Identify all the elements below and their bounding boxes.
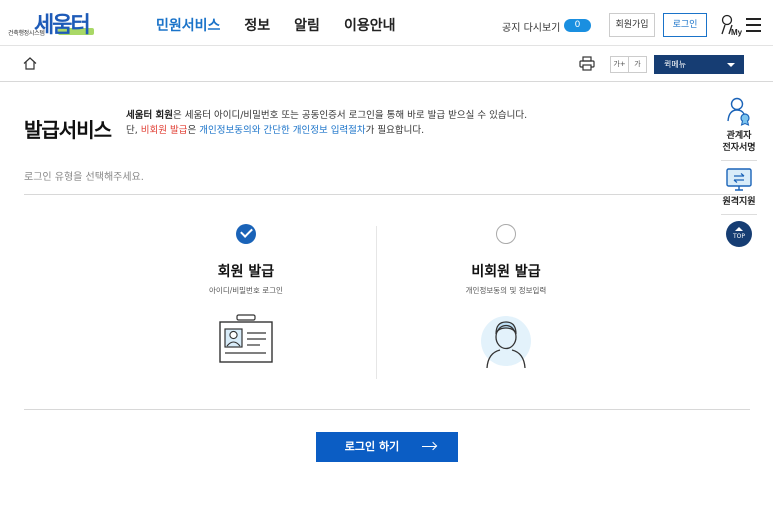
nav-notice[interactable]: 알림 [294,15,320,35]
nav-civil-service[interactable]: 민원서비스 [156,15,220,35]
font-size-controls: 가+ 가 [610,56,647,73]
hamburger-menu-icon[interactable] [746,18,761,32]
home-icon[interactable] [23,57,37,70]
e-signature-label-1: 관계자 [726,131,752,141]
monitor-icon [726,168,752,191]
e-signature-label-2: 전자서명 [722,143,756,153]
logo-title: 세움터 [34,13,91,38]
quick-menu-select[interactable]: 퀵메뉴 [654,55,744,74]
login-submit-button[interactable]: 로그인 하기 [316,432,458,462]
print-icon[interactable] [579,56,595,71]
id-card-icon [219,314,273,363]
utility-bar: 가+ 가 퀵메뉴 [0,46,773,82]
signer-icon [727,97,750,126]
notice-replay-label[interactable]: 공지 다시보기 [502,19,560,34]
font-increase-button[interactable]: 가+ [610,56,629,73]
notice-count-toggle[interactable]: 0 [564,19,591,32]
option-member-issue[interactable]: 회원 발급 아이디/비밀번호 로그인 [146,224,346,373]
checked-radio-icon[interactable] [236,224,256,244]
nav-info[interactable]: 정보 [244,15,270,35]
unchecked-radio-icon[interactable] [496,224,516,244]
divider [24,409,750,410]
nav-guide[interactable]: 이용안내 [344,15,396,35]
remote-support-item[interactable]: 원격지원 [719,167,759,208]
divider [24,194,750,195]
arrow-right-icon [422,446,436,447]
my-label: My [731,28,743,37]
option-title: 회원 발급 [217,264,275,280]
page-description: 세움터 회원은 세움터 아이디/비밀번호 또는 공동인증서 로그인을 통해 바로… [126,108,527,138]
main-nav: 민원서비스 정보 알림 이용안내 [156,15,395,35]
header: 건축행정시스템 세움터 민원서비스 정보 알림 이용안내 공지 다시보기 0 회… [0,0,773,46]
remote-support-label: 원격지원 [722,197,756,207]
logo[interactable]: 건축행정시스템 세움터 [8,8,98,38]
font-decrease-button[interactable]: 가 [628,56,647,73]
person-icon [481,316,531,369]
option-title: 비회원 발급 [471,264,541,280]
option-subtitle: 아이디/비밀번호 로그인 [209,286,283,295]
page-title: 발급서비스 [24,118,112,142]
scroll-top-button[interactable]: TOP [726,221,752,247]
login-button-header[interactable]: 로그인 [663,13,707,37]
description-line-1: 세움터 회원은 세움터 아이디/비밀번호 또는 공동인증서 로그인을 통해 바로… [126,110,528,121]
right-quick-panel: 관계자 전자서명 원격지원 TOP [719,90,759,247]
divider [721,214,757,215]
login-type-prompt: 로그인 유형을 선택해주세요. [24,172,144,183]
e-signature-item[interactable]: 관계자 전자서명 [719,96,759,154]
option-nonmember-issue[interactable]: 비회원 발급 개인정보동의 및 정보입력 [406,224,606,373]
join-button[interactable]: 회원가입 [609,13,655,37]
chevron-down-icon [727,63,735,67]
divider [721,160,757,161]
my-page-icon[interactable]: My [719,13,743,37]
option-subtitle: 개인정보동의 및 정보입력 [465,286,547,295]
login-button-label: 로그인 하기 [344,440,400,453]
option-divider [376,226,377,379]
quick-menu-label: 퀵메뉴 [664,60,687,69]
description-line-2: 단, 비회원 발급은 개인정보동의와 간단한 개인정보 입력절차가 필요합니다. [126,125,425,136]
